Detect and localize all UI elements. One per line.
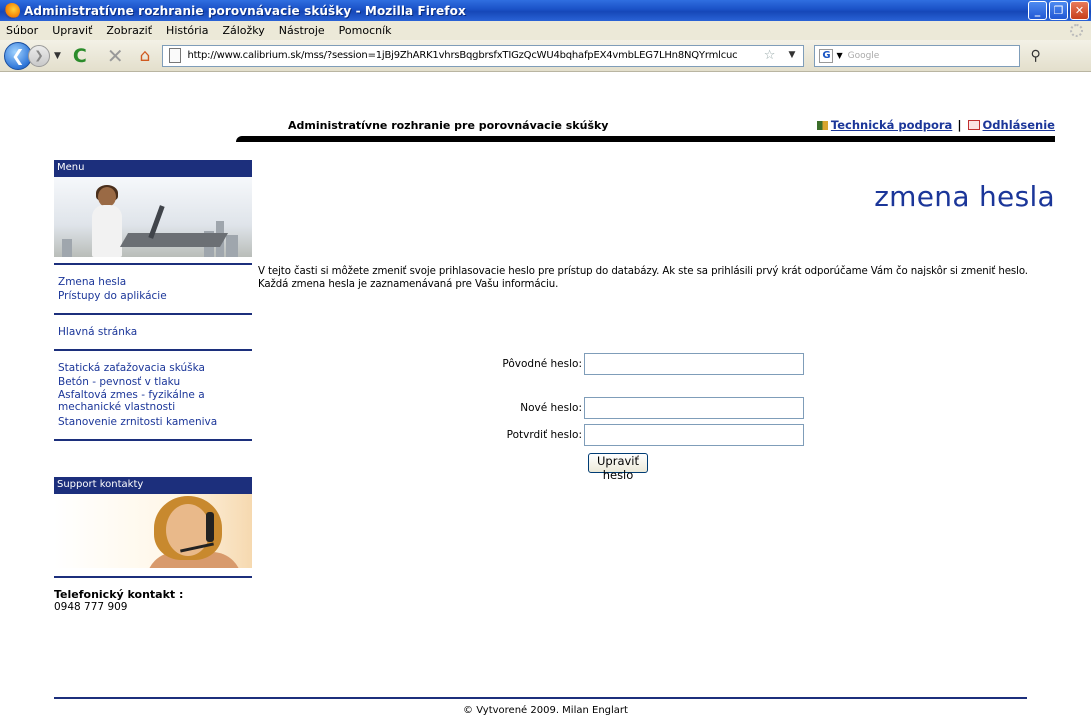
new-password-label: Nové heslo: [520, 402, 582, 414]
new-password-field[interactable] [584, 397, 804, 419]
address-bar[interactable]: http://www.calibrium.sk/mss/?session=1jB… [162, 44, 805, 67]
menu-item-edit[interactable]: Upraviť [46, 24, 100, 37]
menu-heading: Menu [54, 160, 252, 177]
support-agent-image [54, 494, 252, 568]
menu-banner-image [54, 177, 252, 257]
phone-number: 0948 777 909 [54, 601, 128, 613]
menu-item-history[interactable]: História [160, 24, 216, 37]
menu-item-bookmarks[interactable]: Záložky [216, 24, 272, 37]
sidebar-item-concrete-strength[interactable]: Betón - pevnosť v tlaku [58, 375, 248, 389]
stop-button[interactable]: ✕ [107, 44, 124, 68]
logout-link[interactable]: Odhlásenie [983, 118, 1055, 132]
support-icon [816, 120, 828, 130]
throbber-icon [1070, 24, 1083, 37]
footer-copyright: © Vytvorené 2009. Milan Englart [463, 705, 628, 716]
history-dropdown-icon[interactable]: ▼ [54, 51, 61, 61]
search-icon[interactable]: ⚲ [1030, 48, 1040, 64]
support-contact: Telefonický kontakt : 0948 777 909 [54, 588, 252, 614]
search-engine-dropdown-icon[interactable]: ▼ [836, 51, 842, 60]
url-text[interactable]: http://www.calibrium.sk/mss/?session=1jB… [187, 50, 747, 61]
footer-divider [54, 697, 1027, 699]
page-title: zmena hesla [874, 180, 1055, 213]
sidebar: Menu Zmena hesla Prístupy do aplikácie H… [54, 160, 252, 614]
minimize-button[interactable]: _ [1028, 1, 1047, 20]
confirm-password-label: Potvrdiť heslo: [506, 429, 582, 441]
search-bar[interactable]: G ▼ Google [814, 44, 1021, 67]
navigation-toolbar: ❮ ❯ ▼ C ✕ ⌂ http://www.calibrium.sk/mss/… [0, 40, 1091, 72]
menu-item-view[interactable]: Zobraziť [100, 24, 160, 37]
phone-label: Telefonický kontakt : [54, 588, 184, 601]
window-title: Administratívne rozhranie porovnávacie s… [24, 3, 466, 18]
old-password-row: Pôvodné heslo: [488, 353, 804, 375]
sidebar-group-tests: Statická zaťažovacia skúška Betón - pevn… [54, 351, 252, 439]
header-separator: | [957, 118, 962, 132]
sidebar-item-home[interactable]: Hlavná stránka [58, 325, 248, 339]
url-dropdown-icon[interactable]: ▼ [789, 50, 796, 60]
search-input[interactable]: Google [848, 51, 880, 61]
window-controls: _ ❐ ✕ [1028, 1, 1089, 20]
forward-button[interactable]: ❯ [28, 44, 50, 67]
old-password-label: Pôvodné heslo: [502, 358, 582, 370]
page-header: Administratívne rozhranie pre porovnávac… [236, 118, 1055, 142]
menu-bar: Súbor Upraviť Zobraziť História Záložky … [0, 21, 1091, 40]
intro-line-1: V tejto časti si môžete zmeniť svoje pri… [258, 266, 1028, 277]
maximize-button[interactable]: ❐ [1049, 1, 1068, 20]
site-title: Administratívne rozhranie pre porovnávac… [288, 119, 609, 132]
update-password-button[interactable]: Upraviť heslo [588, 453, 649, 482]
support-link[interactable]: Technická podpora [831, 118, 952, 132]
sidebar-item-change-password[interactable]: Zmena hesla [58, 275, 248, 289]
search-engine-icon[interactable]: G [819, 48, 834, 63]
new-password-row: Nové heslo: [488, 397, 804, 419]
logout-icon [967, 120, 980, 130]
sidebar-group-account: Zmena hesla Prístupy do aplikácie [54, 265, 252, 313]
firefox-icon [4, 2, 20, 19]
confirm-password-field[interactable] [584, 424, 804, 446]
reload-button[interactable]: C [73, 45, 87, 67]
intro-line-2: Každá zmena hesla je zaznamenávaná pre V… [258, 278, 559, 290]
menu-item-help[interactable]: Pomocník [333, 24, 400, 37]
header-bar [236, 136, 1055, 142]
sidebar-divider [54, 576, 252, 578]
intro-text: V tejto časti si môžete zmeniť svoje pri… [258, 266, 1058, 291]
window-titlebar: Administratívne rozhranie porovnávacie s… [0, 0, 1091, 21]
page-icon [169, 48, 182, 63]
sidebar-item-app-access[interactable]: Prístupy do aplikácie [58, 289, 248, 303]
sidebar-group-home: Hlavná stránka [54, 315, 252, 349]
confirm-password-row: Potvrdiť heslo: [488, 424, 804, 446]
sidebar-item-static-load-test[interactable]: Statická zaťažovacia skúška [58, 361, 248, 375]
sidebar-item-aggregate-grading[interactable]: Stanovenie zrnitosti kameniva [58, 415, 248, 429]
close-window-button[interactable]: ✕ [1070, 1, 1089, 20]
header-links: Technická podpora | Odhlásenie [816, 118, 1055, 132]
sidebar-item-asphalt-mix[interactable]: Asfaltová zmes - fyzikálne a mechanické … [58, 389, 218, 413]
home-button[interactable]: ⌂ [140, 46, 151, 66]
menu-item-file[interactable]: Súbor [0, 24, 46, 37]
bookmark-star-icon[interactable]: ☆ [764, 48, 776, 63]
old-password-field[interactable] [584, 353, 804, 375]
support-contacts-heading: Support kontakty [54, 477, 252, 494]
menu-item-tools[interactable]: Nástroje [273, 24, 333, 37]
